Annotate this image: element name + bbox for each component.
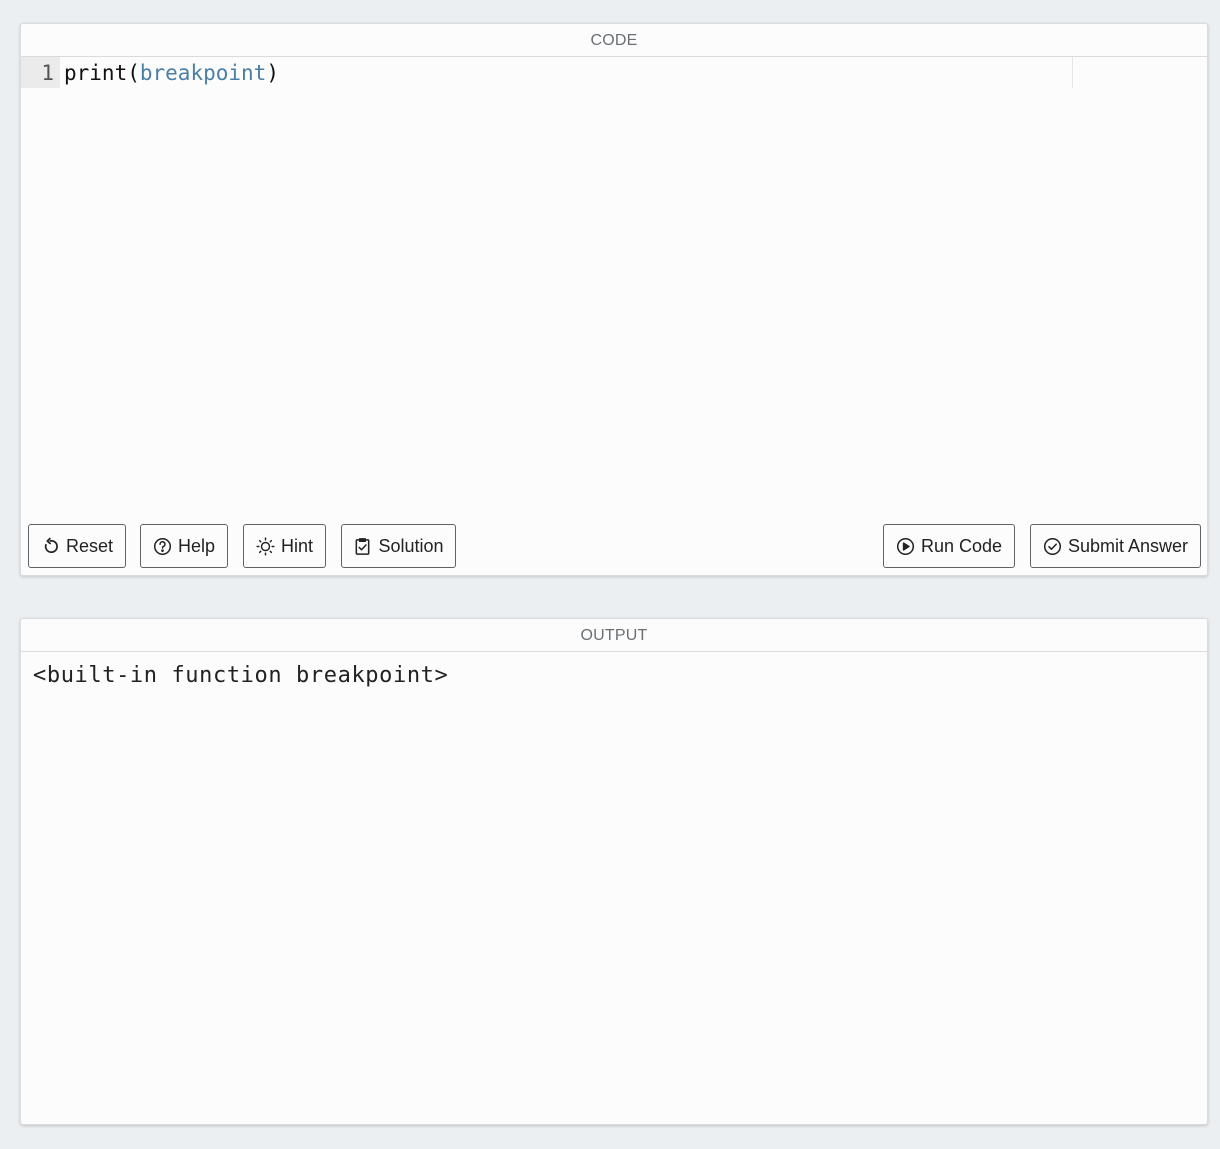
run-code-button-label: Run Code xyxy=(920,535,1003,556)
code-line[interactable]: print(breakpoint) xyxy=(64,57,279,89)
code-editor[interactable]: 1 print(breakpoint) xyxy=(21,57,1207,89)
check-circle-icon xyxy=(1043,537,1062,555)
reset-button-label: Reset xyxy=(65,535,114,556)
lightbulb-icon xyxy=(256,536,275,556)
hint-button[interactable]: Hint xyxy=(243,524,326,568)
output-text: <built-in function breakpoint> xyxy=(33,663,449,688)
solution-button[interactable]: Solution xyxy=(341,524,456,568)
reset-icon xyxy=(44,537,58,553)
play-circle-icon xyxy=(896,537,915,555)
output-panel: OUTPUT <built-in function breakpoint> xyxy=(20,618,1208,1125)
code-token-argument: breakpoint xyxy=(139,61,267,85)
code-token-function: print xyxy=(64,61,128,85)
line-number-gutter: 1 xyxy=(21,57,60,88)
code-token-close-paren: ) xyxy=(266,61,279,85)
solution-button-label: Solution xyxy=(378,535,444,556)
help-button[interactable]: Help xyxy=(140,524,228,568)
submit-answer-button-label: Submit Answer xyxy=(1067,535,1189,556)
code-panel-header: CODE xyxy=(21,24,1207,57)
run-code-button[interactable]: Run Code xyxy=(883,524,1015,568)
submit-answer-button[interactable]: Submit Answer xyxy=(1030,524,1201,568)
clipboard-check-icon xyxy=(356,537,370,555)
code-toolbar: Reset Help Hint Solution Run Code Submit… xyxy=(21,524,1207,569)
output-panel-header: OUTPUT xyxy=(21,619,1207,652)
help-button-label: Help xyxy=(177,535,216,556)
help-icon xyxy=(153,537,172,555)
reset-button[interactable]: Reset xyxy=(28,524,126,568)
code-token-open-paren: ( xyxy=(127,61,140,85)
hint-button-label: Hint xyxy=(280,535,313,556)
print-margin-line xyxy=(1072,57,1073,88)
code-panel: CODE 1 print(breakpoint) Reset Help Hint… xyxy=(20,23,1208,576)
line-number: 1 xyxy=(41,61,54,85)
